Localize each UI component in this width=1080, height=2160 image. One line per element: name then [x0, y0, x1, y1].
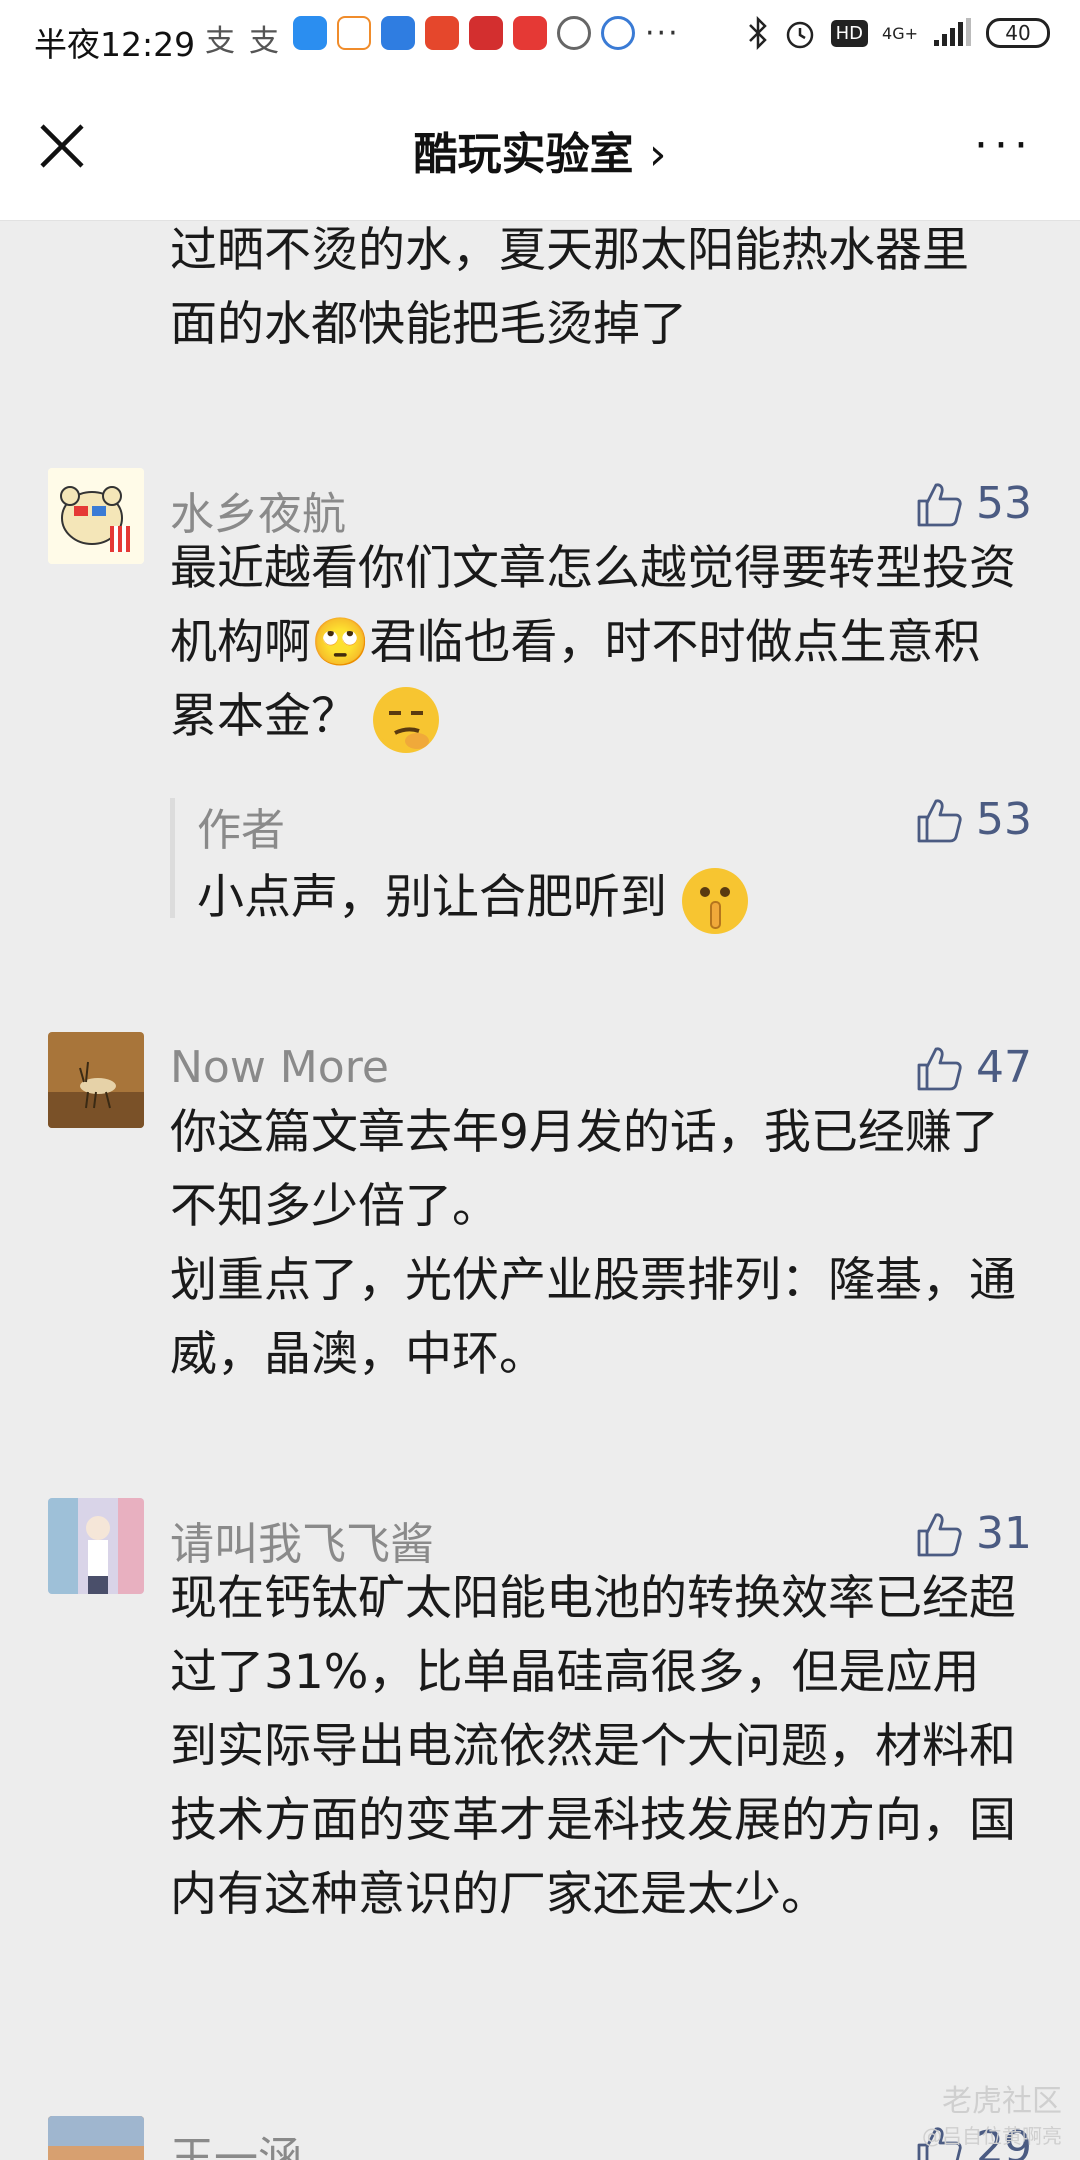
reply-text: 小点声，别让合肥听到 [197, 858, 748, 934]
like-count: 53 [976, 794, 1032, 845]
like-count: 53 [976, 478, 1032, 529]
status-time: 半夜12:29 [34, 25, 196, 64]
bank-icon [469, 16, 503, 50]
notification-icons: 支 支 ··· [205, 16, 680, 59]
alarm-icon [786, 21, 813, 49]
system-status: HD 4G+ 40 [747, 16, 1050, 50]
alipay-icon: 支 [249, 24, 279, 59]
alipay-icon: 支 [205, 24, 235, 59]
navigation-bar: 酷玩实验室 › ··· [0, 76, 1080, 221]
meituan-icon [381, 16, 415, 50]
author-reply: 作者 小点声，别让合肥听到 [170, 798, 1035, 934]
thumbs-up-icon [917, 1512, 962, 1556]
comment-author[interactable]: Now More [170, 1042, 389, 1093]
shush-emoji-icon [681, 867, 748, 934]
battery-icon: 40 [986, 18, 1050, 48]
anime-avatar-icon [48, 1498, 144, 1594]
like-button[interactable]: 53 [914, 478, 1032, 529]
thumbs-up-icon [917, 1046, 962, 1090]
avatar[interactable] [48, 1032, 144, 1128]
avatar[interactable] [48, 1498, 144, 1594]
reply-author: 作者 [197, 805, 285, 856]
account-name[interactable]: 酷玩实验室 [414, 129, 634, 180]
thumbs-up-icon [917, 798, 962, 842]
comment-text: 你这篇文章去年9月发的话，我已经赚了不知多少倍了。 划重点了，光伏产业股票排列：… [170, 1105, 1016, 1382]
account-title[interactable]: 酷玩实验室 › [0, 118, 1080, 182]
comment-item: 王一涵 29 [0, 2116, 1080, 2160]
avatar[interactable] [48, 468, 144, 564]
comment-item: Now More 47 你这篇文章去年9月发的话，我已经赚了不知多少倍了。 划重… [0, 1032, 1080, 1382]
watermark: 老虎社区 [942, 2084, 1062, 2119]
watermark-sub: @吕自位黄啊亮 [922, 2124, 1062, 2148]
comment-item: 水乡夜航 53 最近越看你们文章怎么越觉得要转型投资机构啊🙄君临也看，时不时做点… [0, 468, 1080, 934]
network-type: 4G+ [882, 23, 918, 43]
like-count: 47 [976, 1042, 1032, 1093]
status-bar: 半夜12:29 支 支 ··· HD 4G+ 40 [0, 0, 1080, 76]
news-icon [425, 16, 459, 50]
previous-comment-text: 过晒不烫的水，夏天那太阳能热水器里面的水都快能把毛烫掉了 [170, 223, 969, 352]
avatar[interactable] [48, 2116, 144, 2160]
cloud-icon [557, 16, 591, 50]
antelope-photo-icon [48, 1032, 144, 1128]
bluetooth-icon [748, 16, 767, 50]
signal-icon [934, 18, 971, 46]
bag-icon [337, 16, 371, 50]
hd-icon: HD [830, 19, 869, 47]
photo-avatar-icon [48, 2116, 144, 2160]
jump-icon [513, 16, 547, 50]
send-icon [293, 16, 327, 50]
more-icon: ··· [645, 16, 680, 51]
chevron-right-icon: › [648, 129, 667, 180]
like-count: 31 [976, 1508, 1032, 1559]
smirk-emoji-icon [372, 686, 439, 753]
comment-text: 最近越看你们文章怎么越觉得要转型投资机构啊🙄君临也看，时不时做点生意积累本金？ [170, 532, 1020, 754]
link-icon [601, 16, 635, 50]
thumbs-up-icon [917, 482, 962, 526]
comment-author[interactable]: 王一涵 [170, 2122, 302, 2160]
like-button[interactable]: 31 [914, 1508, 1032, 1559]
comment-item: 请叫我飞飞酱 31 现在钙钛矿太阳能电池的转换效率已经超过了31%，比单晶硅高很… [0, 1498, 1080, 1922]
battery-level: 40 [1005, 21, 1031, 45]
reply-like-button[interactable]: 53 [914, 794, 1032, 845]
comment-text: 现在钙钛矿太阳能电池的转换效率已经超过了31%，比单晶硅高很多，但是应用到实际导… [170, 1571, 1016, 1922]
comments-list: 过晒不烫的水，夏天那太阳能热水器里面的水都快能把毛烫掉了 水乡夜航 53 最近越… [0, 220, 1080, 2160]
like-button[interactable]: 47 [914, 1042, 1032, 1093]
more-options-button[interactable]: ··· [974, 124, 1034, 168]
cartoon-avatar-icon [48, 468, 144, 564]
